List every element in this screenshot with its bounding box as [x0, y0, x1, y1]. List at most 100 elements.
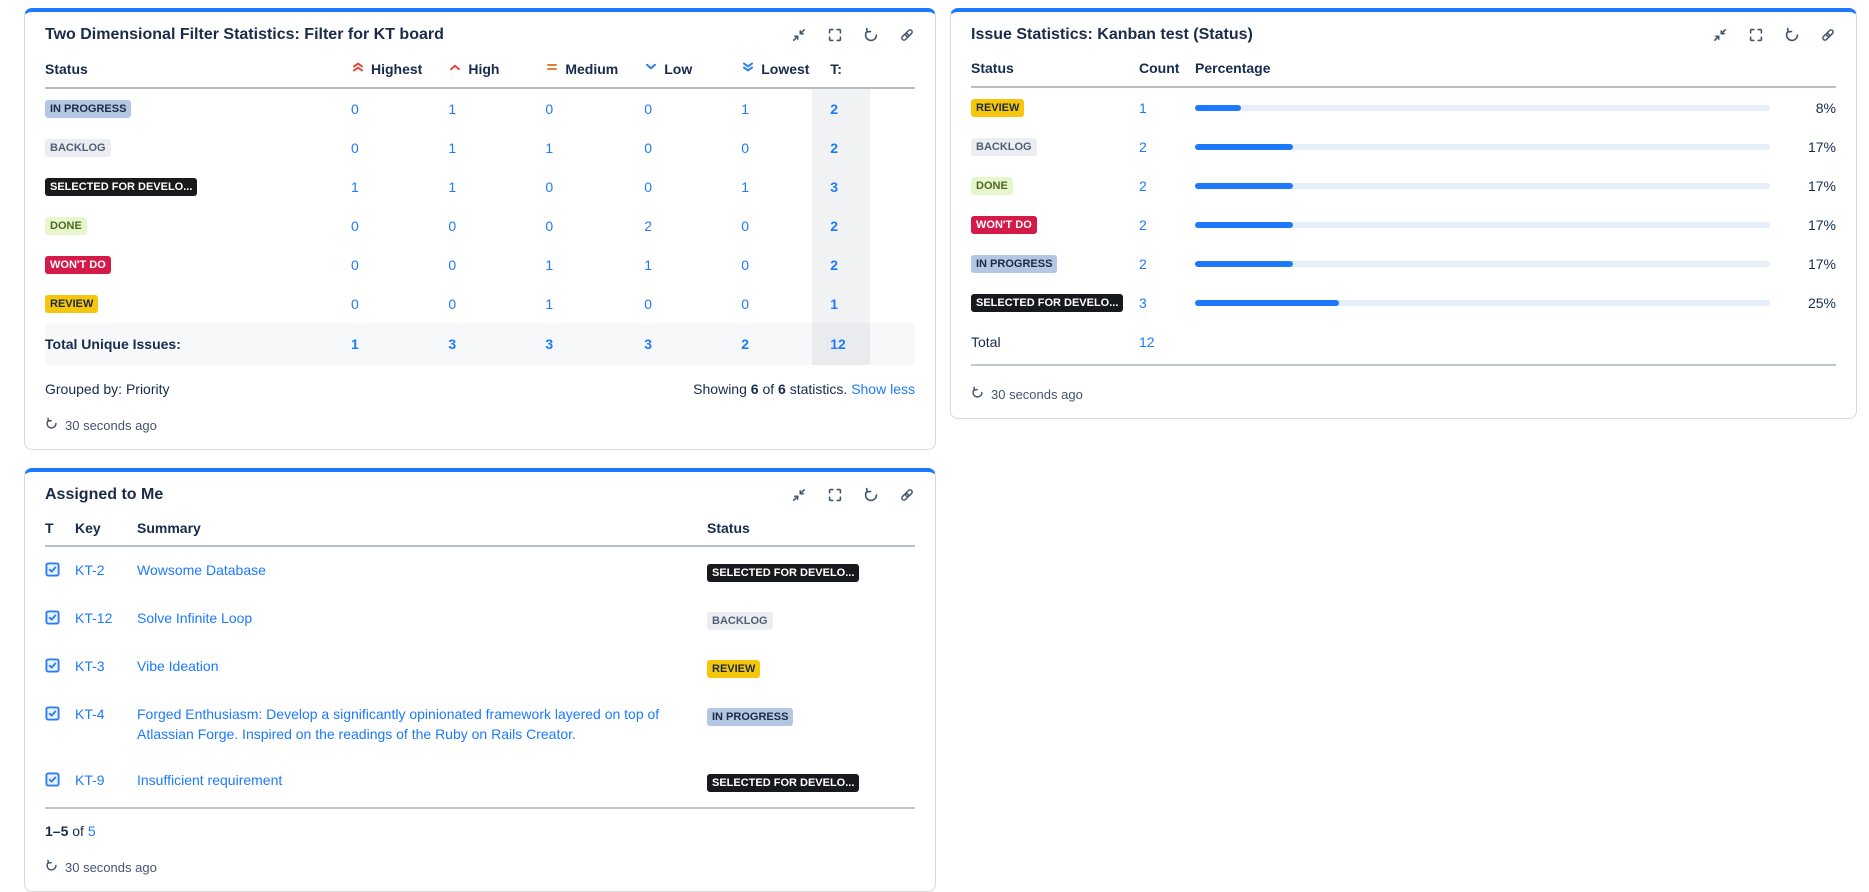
total-count-link[interactable]: 12 — [1139, 334, 1195, 350]
stat-count-link[interactable]: 1 — [545, 296, 553, 312]
gadget-toolbar — [791, 487, 915, 503]
stat-count-link[interactable]: 0 — [741, 140, 749, 156]
gadget-assigned-to-me: Assigned to Me T Key Summary Status KT-2… — [24, 468, 936, 892]
total-label: Total — [971, 334, 1001, 350]
expand-icon[interactable] — [827, 27, 843, 43]
stat-count-link[interactable]: 0 — [741, 296, 749, 312]
column-total-link[interactable]: 3 — [448, 336, 456, 352]
expand-icon[interactable] — [827, 487, 843, 503]
stat-count-link[interactable]: 0 — [351, 296, 359, 312]
stat-count-link[interactable]: 0 — [448, 296, 456, 312]
issue-row: KT-2 Wowsome Database SELECTED FOR DEVEL… — [45, 547, 915, 595]
issue-summary-link[interactable]: Wowsome Database — [137, 560, 707, 580]
link-icon[interactable] — [1820, 27, 1836, 43]
count-link[interactable]: 3 — [1139, 295, 1195, 311]
column-header-count: Count — [1139, 60, 1180, 76]
stat-count-link[interactable]: 2 — [644, 218, 652, 234]
stat-count-link[interactable]: 0 — [351, 101, 359, 117]
grand-total-link[interactable]: 12 — [830, 336, 846, 352]
collapse-icon[interactable] — [791, 27, 807, 43]
stat-count-link[interactable]: 1 — [545, 140, 553, 156]
collapse-icon[interactable] — [791, 487, 807, 503]
column-total-link[interactable]: 3 — [644, 336, 652, 352]
row-total-link[interactable]: 2 — [830, 101, 838, 117]
count-link[interactable]: 2 — [1139, 139, 1195, 155]
stat-count-link[interactable]: 0 — [351, 218, 359, 234]
status-badge: SELECTED FOR DEVELO... — [971, 294, 1124, 312]
status-badge: WON'T DO — [971, 216, 1037, 234]
link-icon[interactable] — [899, 487, 915, 503]
priority-low-icon — [644, 60, 658, 77]
issue-summary-link[interactable]: Solve Infinite Loop — [137, 608, 707, 628]
issue-key-link[interactable]: KT-9 — [75, 770, 137, 790]
stat-count-link[interactable]: 0 — [351, 257, 359, 273]
refresh-icon[interactable] — [971, 386, 984, 402]
row-total-link[interactable]: 2 — [830, 218, 838, 234]
task-type-icon — [45, 562, 75, 577]
stat-count-link[interactable]: 1 — [448, 179, 456, 195]
table-header-row: Status Count Percentage — [971, 54, 1836, 88]
column-total-link[interactable]: 2 — [741, 336, 749, 352]
issue-summary-link[interactable]: Vibe Ideation — [137, 656, 707, 676]
stat-count-link[interactable]: 0 — [448, 218, 456, 234]
last-updated: 30 seconds ago — [45, 417, 915, 433]
table-row: DONE 0 0 0 2 0 2 — [45, 206, 915, 245]
table-row: IN PROGRESS 0 1 0 0 1 2 — [45, 88, 915, 128]
stat-count-link[interactable]: 0 — [351, 140, 359, 156]
row-total-link[interactable]: 2 — [830, 257, 838, 273]
stat-count-link[interactable]: 0 — [545, 179, 553, 195]
stat-count-link[interactable]: 1 — [741, 101, 749, 117]
column-header-status: Status — [971, 60, 1014, 76]
count-link[interactable]: 1 — [1139, 100, 1195, 116]
percentage-value: 25% — [1807, 294, 1836, 311]
stat-count-link[interactable]: 0 — [644, 179, 652, 195]
stat-count-link[interactable]: 1 — [741, 179, 749, 195]
stat-count-link[interactable]: 1 — [448, 101, 456, 117]
stat-count-link[interactable]: 0 — [644, 140, 652, 156]
refresh-icon[interactable] — [45, 859, 58, 875]
issue-key-link[interactable]: KT-2 — [75, 560, 137, 580]
column-total-link[interactable]: 1 — [351, 336, 359, 352]
percentage-value: 17% — [1807, 216, 1836, 233]
refresh-icon[interactable] — [863, 487, 879, 503]
issue-key-link[interactable]: KT-3 — [75, 656, 137, 676]
refresh-icon[interactable] — [45, 417, 58, 433]
status-badge: REVIEW — [707, 660, 761, 678]
count-link[interactable]: 2 — [1139, 178, 1195, 194]
stat-count-link[interactable]: 0 — [545, 101, 553, 117]
row-total-link[interactable]: 1 — [830, 296, 838, 312]
stat-count-link[interactable]: 1 — [351, 179, 359, 195]
refresh-icon[interactable] — [863, 27, 879, 43]
row-total-link[interactable]: 2 — [830, 140, 838, 156]
stat-count-link[interactable]: 0 — [741, 218, 749, 234]
count-link[interactable]: 2 — [1139, 217, 1195, 233]
issue-key-link[interactable]: KT-4 — [75, 704, 137, 724]
pagination-total-link[interactable]: 5 — [88, 823, 96, 839]
stat-count-link[interactable]: 1 — [448, 140, 456, 156]
issue-row: KT-12 Solve Infinite Loop BACKLOG — [45, 595, 915, 643]
issue-key-link[interactable]: KT-12 — [75, 608, 137, 628]
row-total-link[interactable]: 3 — [830, 179, 838, 195]
collapse-icon[interactable] — [1712, 27, 1728, 43]
count-link[interactable]: 2 — [1139, 256, 1195, 272]
issue-summary-link[interactable]: Forged Enthusiasm: Develop a significant… — [137, 704, 707, 744]
link-icon[interactable] — [899, 27, 915, 43]
issue-summary-link[interactable]: Insufficient requirement — [137, 770, 707, 790]
stat-count-link[interactable]: 0 — [644, 101, 652, 117]
total-label: Total Unique Issues: — [45, 323, 325, 365]
stat-count-link[interactable]: 1 — [545, 257, 553, 273]
column-total-link[interactable]: 3 — [545, 336, 553, 352]
stat-count-link[interactable]: 0 — [448, 257, 456, 273]
stat-row: REVIEW 1 8% — [971, 88, 1836, 127]
stat-row: WON'T DO 2 17% — [971, 205, 1836, 244]
task-type-icon — [45, 610, 75, 625]
show-less-link[interactable]: Show less — [851, 381, 915, 397]
stat-count-link[interactable]: 0 — [644, 296, 652, 312]
refresh-icon[interactable] — [1784, 27, 1800, 43]
total-row: Total Unique Issues: 1 3 3 3 2 12 — [45, 323, 915, 365]
stat-count-link[interactable]: 0 — [741, 257, 749, 273]
gadget-two-dimensional-stats: Two Dimensional Filter Statistics: Filte… — [24, 8, 936, 450]
expand-icon[interactable] — [1748, 27, 1764, 43]
stat-count-link[interactable]: 1 — [644, 257, 652, 273]
stat-count-link[interactable]: 0 — [545, 218, 553, 234]
